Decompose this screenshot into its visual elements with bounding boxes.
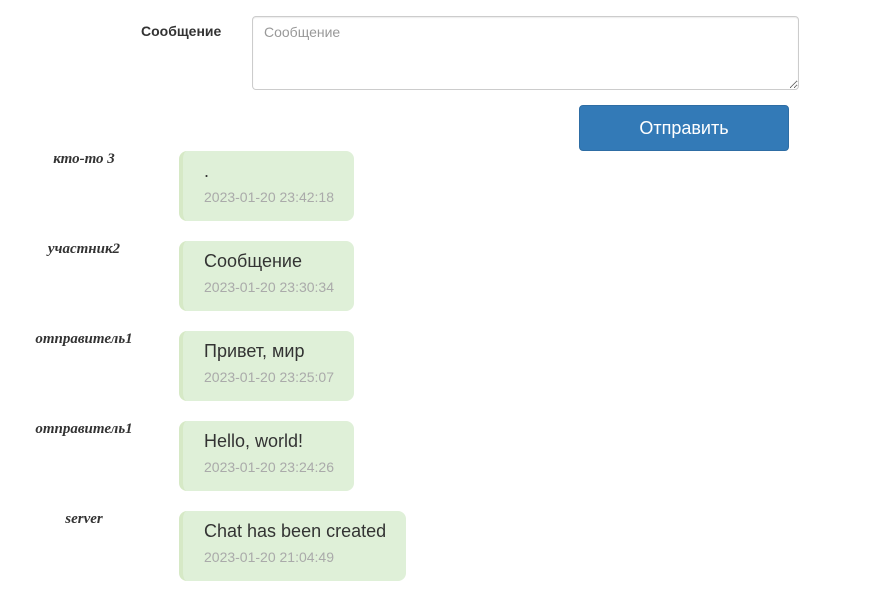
message-item: отправитель1 Hello, world! 2023-01-20 23… bbox=[0, 421, 878, 491]
message-bubble: Chat has been created 2023-01-20 21:04:4… bbox=[179, 511, 407, 581]
message-input[interactable] bbox=[252, 16, 799, 90]
message-bubble: Hello, world! 2023-01-20 23:24:26 bbox=[179, 421, 354, 491]
message-timestamp: 2023-01-20 21:04:49 bbox=[204, 549, 334, 565]
message-sender: отправитель1 bbox=[35, 421, 133, 437]
message-sender: кто-то 3 bbox=[53, 151, 115, 167]
message-bubble: Сообщение 2023-01-20 23:30:34 bbox=[179, 241, 354, 311]
message-timestamp: 2023-01-20 23:25:07 bbox=[204, 369, 334, 385]
message-text: Chat has been created bbox=[204, 521, 387, 541]
message-sender: server bbox=[65, 511, 103, 527]
send-button[interactable]: Отправить bbox=[579, 105, 789, 151]
message-item: кто-то 3 . 2023-01-20 23:42:18 bbox=[0, 151, 878, 221]
message-timestamp: 2023-01-20 23:42:18 bbox=[204, 189, 334, 205]
message-timestamp: 2023-01-20 23:30:34 bbox=[204, 279, 334, 295]
message-bubble: . 2023-01-20 23:42:18 bbox=[179, 151, 354, 221]
message-item: участник2 Сообщение 2023-01-20 23:30:34 bbox=[0, 241, 878, 311]
message-text: Привет, мир bbox=[204, 341, 305, 361]
message-sender: отправитель1 bbox=[35, 331, 133, 347]
message-label: Сообщение bbox=[141, 23, 222, 39]
message-sender: участник2 bbox=[47, 241, 121, 257]
message-bubble: Привет, мир 2023-01-20 23:25:07 bbox=[179, 331, 354, 401]
message-item: server Chat has been created 2023-01-20 … bbox=[0, 511, 878, 581]
message-text: Hello, world! bbox=[204, 431, 304, 451]
message-timestamp: 2023-01-20 23:24:26 bbox=[204, 459, 334, 475]
message-text: Сообщение bbox=[204, 251, 302, 271]
message-item: отправитель1 Привет, мир 2023-01-20 23:2… bbox=[0, 331, 878, 401]
message-text: . bbox=[204, 161, 210, 181]
